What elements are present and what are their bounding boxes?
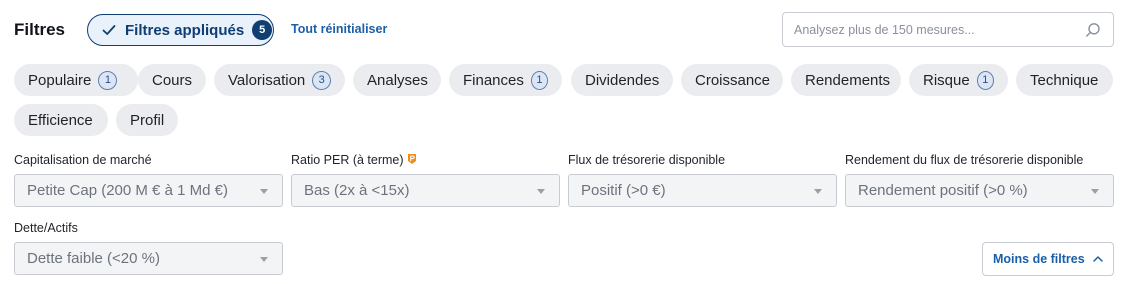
less-filters-button[interactable]: Moins de filtres [982, 242, 1114, 276]
caret-down-icon [537, 189, 545, 194]
pe-ratio-select[interactable]: Bas (2x à <15x) [291, 174, 560, 207]
category-pill-finances[interactable]: Finances 1 [449, 64, 562, 96]
category-pill-technique[interactable]: Technique [1016, 64, 1113, 96]
category-label: Efficience [28, 111, 93, 129]
search-input[interactable] [794, 13, 1074, 46]
debt-assets-select[interactable]: Dette faible (<20 %) [14, 242, 283, 275]
select-value: Rendement positif (>0 %) [858, 182, 1028, 199]
category-label: Cours [152, 71, 193, 89]
fcf-yield-select[interactable]: Rendement positif (>0 %) [845, 174, 1114, 207]
category-label: Rendements [805, 71, 891, 89]
pe-ratio-label-wrapper: Ratio PER (à terme) [291, 153, 417, 167]
category-pill-croissance[interactable]: Croissance [681, 64, 783, 96]
check-icon [102, 25, 116, 35]
fcf-yield-label: Rendement du flux de trésorerie disponib… [845, 153, 1084, 167]
filter-header: Filtres Filtres appliqués 5 Tout réiniti… [0, 0, 1141, 60]
select-value: Petite Cap (200 M € à 1 Md €) [27, 182, 228, 199]
free-cash-flow-select[interactable]: Positif (>0 €) [568, 174, 837, 207]
caret-down-icon [814, 189, 822, 194]
select-value: Bas (2x à <15x) [304, 182, 410, 199]
category-pill-cours[interactable]: Cours [138, 64, 206, 96]
market-cap-label: Capitalisation de marché [14, 153, 152, 167]
reset-all-link[interactable]: Tout réinitialiser [291, 22, 387, 36]
pe-ratio-label: Ratio PER (à terme) [291, 153, 404, 167]
category-label: Finances [463, 71, 524, 89]
metric-search [782, 12, 1114, 47]
category-label: Profil [130, 111, 165, 129]
category-pill-dividendes[interactable]: Dividendes [571, 64, 673, 96]
category-label: Analyses [367, 71, 428, 89]
category-badge: 1 [976, 70, 994, 90]
category-label: Valorisation [228, 71, 306, 89]
market-cap-select[interactable]: Petite Cap (200 M € à 1 Md €) [14, 174, 283, 207]
category-pill-profil[interactable]: Profil [116, 104, 178, 136]
caret-down-icon [1091, 189, 1099, 194]
category-pill-populaire[interactable]: Populaire 1 [14, 64, 138, 96]
select-value: Positif (>0 €) [581, 182, 666, 199]
category-pill-valorisation[interactable]: Valorisation 3 [214, 64, 345, 96]
chevron-up-icon [1092, 256, 1103, 262]
category-badge: 1 [98, 70, 118, 90]
category-badge: 1 [530, 70, 548, 90]
pro-badge-icon [407, 154, 416, 164]
category-label: Populaire [28, 71, 92, 89]
debt-assets-label: Dette/Actifs [14, 221, 78, 235]
page-title: Filtres [14, 20, 66, 39]
caret-down-icon [260, 257, 268, 262]
applied-filters-label: Filtres appliqués [125, 21, 245, 39]
category-label: Technique [1030, 71, 1099, 89]
category-pill-analyses[interactable]: Analyses [353, 64, 441, 96]
category-pill-rendements[interactable]: Rendements [791, 64, 901, 96]
category-label: Risque [923, 71, 970, 89]
select-value: Dette faible (<20 %) [27, 250, 160, 267]
category-badge: 3 [312, 70, 331, 90]
free-cash-flow-label: Flux de trésorerie disponible [568, 153, 726, 167]
category-label: Dividendes [585, 71, 660, 89]
applied-filters-button[interactable]: Filtres appliqués 5 [87, 14, 274, 46]
caret-down-icon [260, 189, 268, 194]
less-filters-label: Moins de filtres [993, 252, 1085, 266]
applied-filters-count: 5 [252, 20, 273, 40]
search-icon[interactable] [1085, 22, 1101, 38]
category-pill-efficience[interactable]: Efficience [14, 104, 108, 136]
category-label: Croissance [695, 71, 771, 89]
category-pill-risque[interactable]: Risque 1 [909, 64, 1008, 96]
